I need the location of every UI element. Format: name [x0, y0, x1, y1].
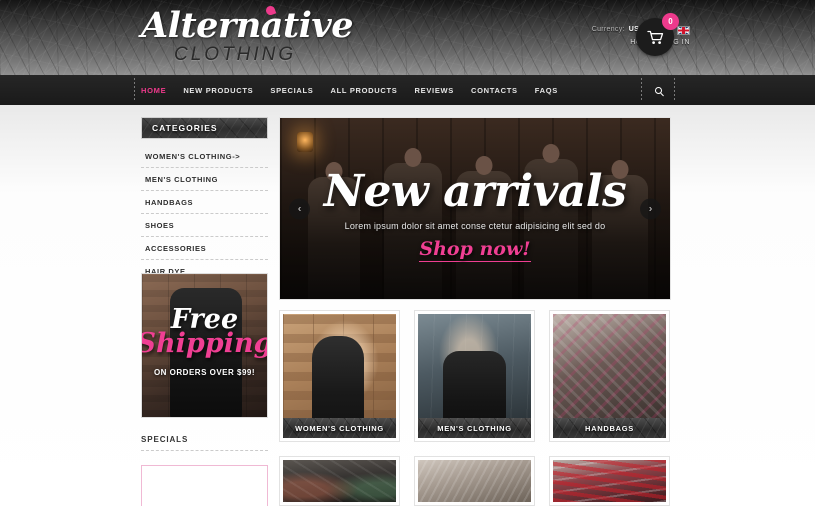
- currency-label: Currency:: [591, 26, 625, 33]
- shoes-photo: [283, 460, 396, 502]
- sidebar: CATEGORIES WOMEN'S CLOTHING-> MEN'S CLOT…: [141, 117, 268, 283]
- figure-head: [404, 148, 422, 167]
- page-root: Alternative CLOTHING Currency: US Dollar…: [0, 0, 815, 506]
- site-logo[interactable]: Alternative CLOTHING: [141, 4, 354, 68]
- search-icon: [654, 86, 662, 94]
- promo-line-orders: ON ORDERS OVER $99!: [153, 368, 256, 378]
- cart-count-badge: 0: [662, 13, 679, 30]
- category-tiles-second-row: [279, 456, 671, 506]
- category-tile-womens-clothing[interactable]: WOMEN'S CLOTHING: [279, 310, 400, 442]
- category-tile-hair-dye[interactable]: [549, 456, 670, 506]
- sidebar-item-womens-clothing[interactable]: WOMEN'S CLOTHING->: [141, 145, 268, 168]
- hair-dye-photo: [553, 460, 666, 502]
- sidebar-item-mens-clothing[interactable]: MEN'S CLOTHING: [141, 168, 268, 191]
- lamp-decoration: [297, 132, 313, 152]
- uk-flag-icon[interactable]: [677, 25, 690, 35]
- nav-item-reviews[interactable]: REVIEWS: [415, 86, 455, 95]
- specials-section: SPECIALS: [141, 435, 268, 506]
- accessories-photo: [418, 460, 531, 502]
- nav-items: HOME NEW PRODUCTS SPECIALS ALL PRODUCTS …: [141, 75, 558, 105]
- shopping-cart-icon: [646, 30, 663, 44]
- slide-title: New arrivals: [323, 166, 627, 217]
- hero-slider[interactable]: New arrivals Lorem ipsum dolor sit amet …: [279, 117, 671, 300]
- categories-panel-title: CATEGORIES: [141, 117, 268, 139]
- category-tile-mens-clothing[interactable]: MEN'S CLOTHING: [414, 310, 535, 442]
- nav-item-specials[interactable]: SPECIALS: [270, 86, 313, 95]
- cart-button[interactable]: 0: [636, 13, 679, 56]
- page-content: CATEGORIES WOMEN'S CLOTHING-> MEN'S CLOT…: [0, 105, 815, 506]
- logo-secondary-text: CLOTHING: [174, 44, 297, 65]
- nav-item-home[interactable]: HOME: [141, 86, 166, 95]
- slide-description: Lorem ipsum dolor sit amet conse ctetur …: [344, 221, 606, 231]
- sidebar-item-shoes[interactable]: SHOES: [141, 214, 268, 237]
- nav-item-contacts[interactable]: CONTACTS: [471, 86, 518, 95]
- category-tiles: WOMEN'S CLOTHING MEN'S CLOTHING HANDBAGS: [279, 310, 671, 442]
- tile-caption: MEN'S CLOTHING: [418, 418, 531, 438]
- sidebar-item-handbags[interactable]: HANDBAGS: [141, 191, 268, 214]
- free-shipping-content: Free Shipping ON ORDERS OVER $99!: [142, 274, 267, 417]
- chevron-right-icon: ›: [648, 203, 653, 214]
- nav-divider-left: [134, 78, 135, 102]
- slider-next-button[interactable]: ›: [640, 198, 661, 219]
- nav-item-new-products[interactable]: NEW PRODUCTS: [183, 86, 253, 95]
- category-tile-shoes[interactable]: [279, 456, 400, 506]
- promo-line-shipping: Shipping: [141, 327, 268, 359]
- nav-item-all-products[interactable]: ALL PRODUCTS: [331, 86, 398, 95]
- nav-divider-search-right: [674, 78, 675, 102]
- tile-caption: HANDBAGS: [553, 418, 666, 438]
- sidebar-item-accessories[interactable]: ACCESSORIES: [141, 237, 268, 260]
- tile-caption: WOMEN'S CLOTHING: [283, 418, 396, 438]
- chevron-left-icon: ‹: [297, 203, 302, 214]
- free-shipping-banner[interactable]: Free Shipping ON ORDERS OVER $99!: [141, 273, 268, 418]
- main-navigation: HOME NEW PRODUCTS SPECIALS ALL PRODUCTS …: [0, 75, 815, 105]
- specials-product-box[interactable]: [141, 465, 268, 506]
- site-header: Alternative CLOTHING Currency: US Dollar…: [0, 0, 815, 75]
- slider-prev-button[interactable]: ‹: [289, 198, 310, 219]
- logo-primary-text: Alternative: [141, 5, 354, 46]
- shop-now-button[interactable]: Shop now!: [419, 238, 531, 262]
- search-button[interactable]: [642, 75, 674, 105]
- slide-text-block: New arrivals Lorem ipsum dolor sit amet …: [280, 170, 670, 262]
- figure-head: [542, 144, 560, 163]
- category-tile-handbags[interactable]: HANDBAGS: [549, 310, 670, 442]
- category-tile-accessories[interactable]: [414, 456, 535, 506]
- specials-title: SPECIALS: [141, 435, 268, 451]
- nav-item-faqs[interactable]: FAQS: [535, 86, 558, 95]
- category-list: WOMEN'S CLOTHING-> MEN'S CLOTHING HANDBA…: [141, 145, 268, 283]
